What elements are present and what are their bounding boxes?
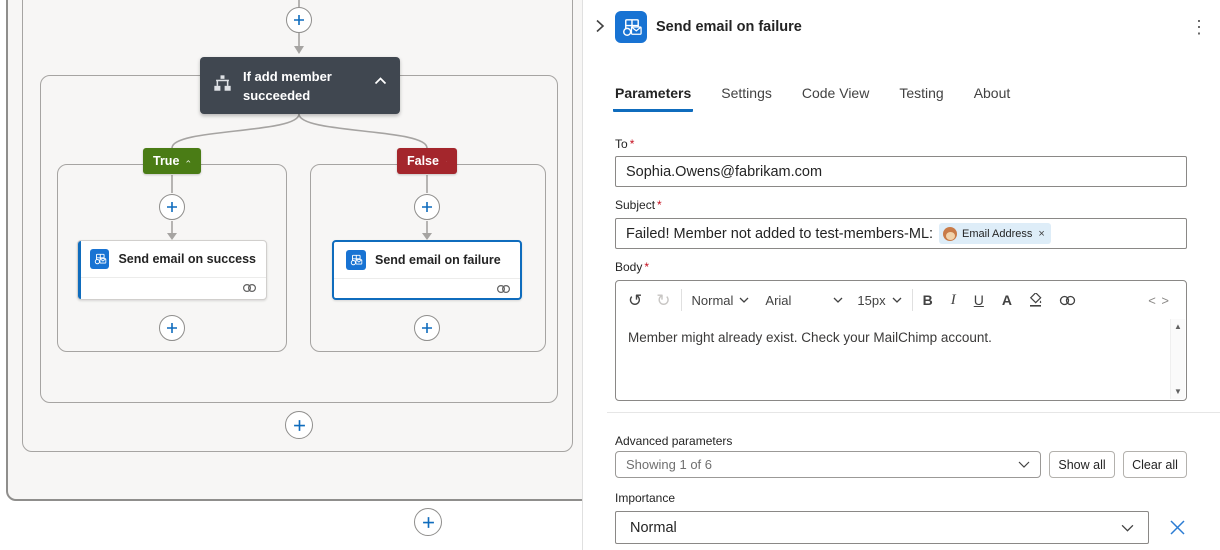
rich-text-toolbar: ↺ ↻ Normal Arial 15px B I U A: [616, 281, 1186, 319]
more-options-icon[interactable]: ⋮: [1190, 16, 1208, 38]
action-properties-panel: Send email on failure ⋮ Parameters Setti…: [582, 0, 1220, 550]
required-asterisk: *: [644, 260, 649, 274]
send-email-on-success-card[interactable]: Send email on success: [77, 240, 267, 300]
tab-code-view[interactable]: Code View: [800, 85, 871, 112]
tab-settings[interactable]: Settings: [719, 85, 774, 112]
importance-value: Normal: [630, 520, 677, 536]
to-label: To*: [615, 137, 634, 151]
show-all-button[interactable]: Show all: [1049, 451, 1115, 478]
bold-button[interactable]: B: [923, 292, 933, 308]
tab-testing[interactable]: Testing: [897, 85, 945, 112]
outlook-icon: [615, 11, 647, 43]
body-label: Body*: [615, 260, 649, 274]
underline-button[interactable]: U: [974, 292, 984, 308]
panel-tabs: Parameters Settings Code View Testing Ab…: [613, 85, 1012, 112]
subject-label: Subject*: [615, 198, 662, 212]
undo-icon[interactable]: ↺: [628, 292, 642, 309]
chevron-down-icon: [1018, 461, 1030, 468]
chevron-down-icon: [892, 297, 902, 303]
condition-icon: [212, 73, 233, 99]
condition-title: If add member succeeded: [243, 67, 363, 105]
tab-parameters[interactable]: Parameters: [613, 85, 693, 112]
highlight-color-button[interactable]: [1028, 293, 1043, 308]
mailchimp-icon: [943, 227, 957, 241]
remove-importance-button[interactable]: [1169, 519, 1186, 541]
advanced-parameters-dropdown[interactable]: Showing 1 of 6: [615, 451, 1041, 478]
clear-all-button[interactable]: Clear all: [1123, 451, 1187, 478]
chevron-up-icon: [186, 158, 191, 165]
flow-canvas: If add member succeeded True False: [0, 0, 582, 550]
required-asterisk: *: [657, 198, 662, 212]
collapse-panel-button[interactable]: [593, 19, 607, 38]
card-title: Send email on failure: [375, 253, 501, 267]
card-title: Send email on success: [118, 252, 256, 266]
font-color-button[interactable]: A: [1002, 292, 1012, 308]
remove-token-icon[interactable]: ×: [1038, 228, 1044, 240]
body-text: Member might already exist. Check your M…: [628, 330, 992, 345]
advanced-parameters-label: Advanced parameters: [615, 434, 732, 448]
false-branch-badge[interactable]: False: [397, 148, 457, 174]
tab-about[interactable]: About: [972, 85, 1013, 112]
importance-label: Importance: [615, 491, 675, 505]
chevron-up-icon: [446, 158, 447, 165]
insert-step-button-true-bottom[interactable]: [159, 315, 185, 341]
chevron-down-icon: [1121, 524, 1134, 532]
insert-step-button-top[interactable]: [286, 7, 312, 33]
font-name-dropdown[interactable]: Arial: [765, 293, 843, 308]
required-asterisk: *: [630, 137, 635, 151]
true-badge-label: True: [153, 154, 179, 168]
scroll-up-icon[interactable]: ▲: [1174, 322, 1182, 331]
chevron-down-icon: [739, 297, 749, 303]
insert-step-button-after-condition[interactable]: [285, 411, 313, 439]
body-text-area[interactable]: Member might already exist. Check your M…: [616, 319, 1186, 401]
font-size-dropdown[interactable]: 15px: [857, 293, 901, 308]
insert-link-button[interactable]: [1059, 295, 1076, 306]
to-value: Sophia.Owens@fabrikam.com: [626, 164, 822, 180]
section-divider: [607, 412, 1220, 413]
paragraph-style-dropdown[interactable]: Normal: [692, 293, 750, 308]
insert-step-button-false-bottom[interactable]: [414, 315, 440, 341]
link-icon: [496, 284, 511, 294]
email-address-token[interactable]: Email Address ×: [939, 223, 1051, 244]
to-input[interactable]: Sophia.Owens@fabrikam.com: [615, 156, 1187, 187]
code-view-button[interactable]: < >: [1148, 293, 1170, 308]
scroll-down-icon[interactable]: ▼: [1174, 387, 1182, 396]
advanced-parameters-value: Showing 1 of 6: [626, 457, 712, 472]
insert-step-button-bottom[interactable]: [414, 508, 442, 536]
subject-input[interactable]: Failed! Member not added to test-members…: [615, 218, 1187, 249]
condition-card[interactable]: If add member succeeded: [200, 57, 400, 114]
body-rich-text-editor[interactable]: ↺ ↻ Normal Arial 15px B I U A: [615, 280, 1187, 401]
chevron-down-icon: [833, 297, 843, 303]
link-icon: [242, 283, 257, 293]
card-accent-stripe: [78, 241, 81, 299]
subject-value: Failed! Member not added to test-members…: [626, 226, 933, 242]
toolbar-divider: [912, 289, 913, 311]
italic-button[interactable]: I: [951, 292, 956, 309]
outlook-icon: [346, 250, 366, 270]
insert-step-button-true-top[interactable]: [159, 194, 185, 220]
false-badge-label: False: [407, 154, 439, 168]
redo-icon[interactable]: ↻: [656, 292, 670, 309]
true-branch-badge[interactable]: True: [143, 148, 201, 174]
importance-dropdown[interactable]: Normal: [615, 511, 1149, 544]
collapse-chevron-icon[interactable]: [374, 72, 387, 90]
send-email-on-failure-card[interactable]: Send email on failure: [332, 240, 522, 300]
editor-scrollbar[interactable]: ▲ ▼: [1170, 319, 1185, 399]
insert-step-button-false-top[interactable]: [414, 194, 440, 220]
toolbar-divider: [681, 289, 682, 311]
panel-title: Send email on failure: [656, 11, 802, 43]
token-label: Email Address: [962, 228, 1032, 240]
outlook-icon: [90, 249, 109, 269]
